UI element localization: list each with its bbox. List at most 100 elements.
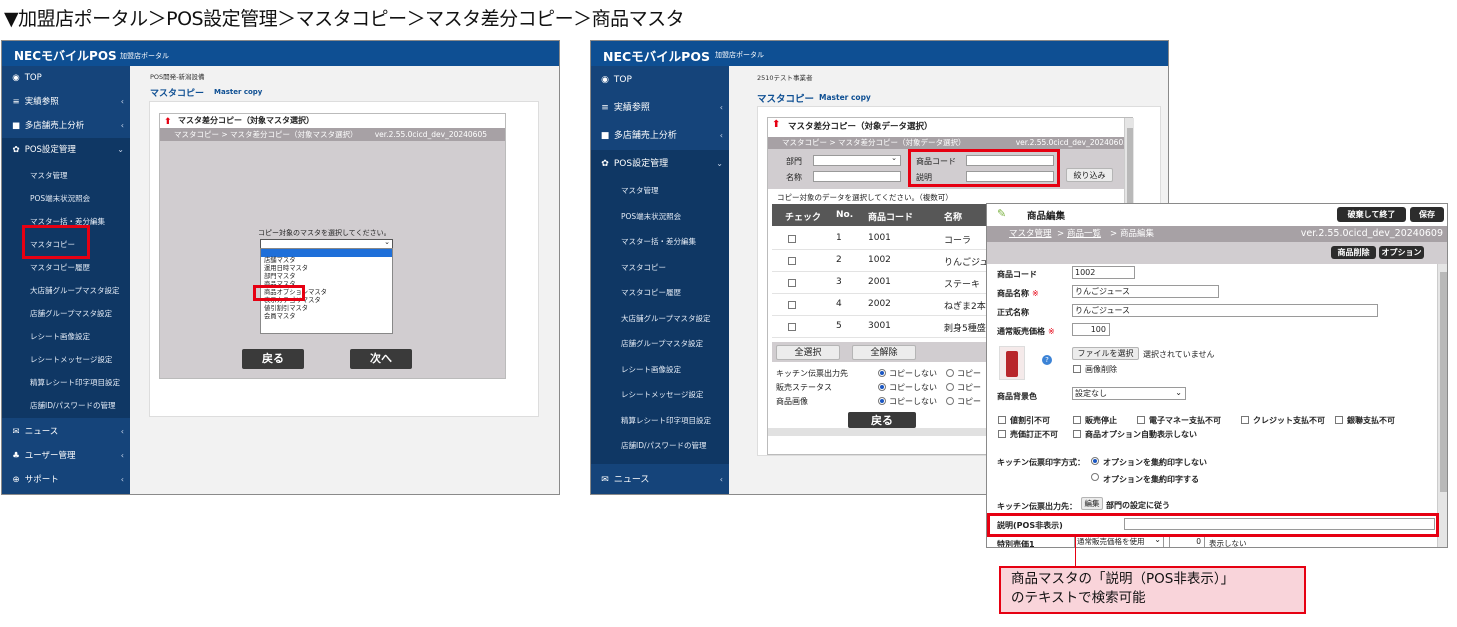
sidebar-item-news[interactable]: ✉ ニュース ‹ bbox=[2, 420, 130, 444]
col-check: チェック bbox=[785, 213, 822, 223]
scroll-thumb[interactable] bbox=[1440, 272, 1447, 492]
dept-select[interactable]: ⌄ bbox=[813, 154, 901, 166]
option-store[interactable]: 店舗マスタ bbox=[261, 257, 392, 265]
row-checkbox[interactable] bbox=[788, 301, 796, 309]
sidebar-sub-store-group[interactable]: 店舗グループマスタ設定 bbox=[621, 338, 703, 349]
select-all-button[interactable]: 全選択 bbox=[776, 345, 840, 360]
sidebar-sub-large-group[interactable]: 大店舗グループマスタ設定 bbox=[30, 285, 120, 296]
crumb-master[interactable]: マスタ管理 bbox=[1009, 226, 1052, 242]
check-no-emoney[interactable] bbox=[1137, 416, 1145, 424]
sidebar-item-multistore[interactable]: ■ 多店舗売上分析 ‹ bbox=[2, 114, 130, 138]
discard-button[interactable]: 破棄して終了 bbox=[1337, 207, 1406, 222]
formal-name-field[interactable]: りんごジュース bbox=[1072, 304, 1378, 317]
save-button[interactable]: 保存 bbox=[1410, 207, 1444, 222]
crumb-edit: 商品編集 bbox=[1120, 229, 1155, 239]
check-stop-sale[interactable] bbox=[1073, 416, 1081, 424]
sidebar-item-results[interactable]: ≡ 実績参照 ‹ bbox=[591, 94, 729, 122]
bg-color-select[interactable]: 設定なし ⌄ bbox=[1072, 387, 1186, 400]
edit-toolbar: 商品削除 オプション bbox=[987, 242, 1447, 264]
sidebar-sub-copy-history[interactable]: マスタコピー履歴 bbox=[30, 262, 90, 273]
option-button[interactable]: オプション bbox=[1379, 246, 1424, 259]
sidebar-sub-pos-status[interactable]: POS端末状況照会 bbox=[621, 211, 681, 222]
vertical-scrollbar[interactable] bbox=[1437, 264, 1447, 547]
bg-color-label: 商品背景色 bbox=[997, 392, 1037, 401]
special-price-field[interactable]: 0 bbox=[1169, 536, 1205, 547]
sidebar-sub-pos-status[interactable]: POS端末状況照会 bbox=[30, 193, 90, 204]
sidebar-sub-master[interactable]: マスタ管理 bbox=[30, 170, 68, 181]
page-title-en: Master copy bbox=[819, 93, 871, 102]
delete-product-button[interactable]: 商品削除 bbox=[1331, 246, 1376, 259]
kitchen-output-edit-button[interactable]: 編集 bbox=[1081, 497, 1103, 510]
sidebar-sub-master-copy[interactable]: マスタコピー bbox=[621, 262, 666, 273]
image-delete-checkbox[interactable] bbox=[1073, 365, 1081, 373]
sidebar-sub-receipt-image[interactable]: レシート画像設定 bbox=[621, 364, 681, 375]
chevron-down-icon: ⌄ bbox=[1175, 388, 1182, 397]
sidebar-sub-store-group[interactable]: 店舗グループマスタ設定 bbox=[30, 308, 112, 319]
radio-kitchen-copy[interactable] bbox=[946, 369, 954, 377]
sidebar-sub-large-group[interactable]: 大店舗グループマスタ設定 bbox=[621, 313, 711, 324]
check-no-price-edit[interactable] bbox=[998, 430, 1006, 438]
sidebar-item-results[interactable]: ≡ 実績参照 ‹ bbox=[2, 90, 130, 114]
radio-kitchen-aggregate[interactable] bbox=[1091, 473, 1099, 481]
kitchen-mode-label: キッチン伝票印字方式： bbox=[997, 458, 1085, 467]
row-checkbox[interactable] bbox=[788, 257, 796, 265]
price-field[interactable]: 100 bbox=[1072, 323, 1110, 336]
page-title: マスタコピー bbox=[757, 94, 815, 105]
sidebar-item-top[interactable]: ◉ TOP bbox=[2, 66, 130, 90]
sidebar-item-pos-settings[interactable]: ✿ POS設定管理 ⌄ bbox=[2, 138, 130, 162]
sidebar-sub-receipt-message[interactable]: レシートメッセージ設定 bbox=[621, 389, 703, 400]
back-button[interactable]: 戻る bbox=[848, 412, 916, 428]
option-department[interactable]: 部門マスタ bbox=[261, 273, 392, 281]
filter-button[interactable]: 絞り込み bbox=[1066, 168, 1113, 182]
name-field[interactable]: りんごジュース bbox=[1072, 285, 1219, 298]
sidebar-sub-store-id[interactable]: 店舗ID/パスワードの管理 bbox=[30, 400, 116, 411]
product-thumbnail bbox=[999, 346, 1025, 380]
sidebar-item-news[interactable]: ✉ ニュース ‹ bbox=[591, 466, 729, 494]
chevron-left-icon: ‹ bbox=[120, 121, 124, 130]
option-blank[interactable] bbox=[261, 249, 392, 257]
sidebar-sub-master[interactable]: マスタ管理 bbox=[621, 185, 659, 196]
list-icon: ≡ bbox=[12, 97, 20, 107]
code-field[interactable]: 1002 bbox=[1072, 266, 1135, 279]
crumb-list[interactable]: 商品一覧 bbox=[1067, 226, 1101, 242]
option-member[interactable]: 会員マスタ bbox=[261, 313, 392, 321]
sidebar-sub-receipt-message[interactable]: レシートメッセージ設定 bbox=[30, 354, 112, 365]
row-checkbox[interactable] bbox=[788, 279, 796, 287]
check-no-credit[interactable] bbox=[1241, 416, 1249, 424]
sidebar-sub-copy-history[interactable]: マスタコピー履歴 bbox=[621, 287, 681, 298]
name-input[interactable] bbox=[813, 171, 901, 182]
radio-kitchen-no-aggregate[interactable] bbox=[1091, 457, 1099, 465]
sidebar-item-pos-settings[interactable]: ✿ POS設定管理 ⌄ bbox=[591, 150, 729, 178]
radio-status-nocopy[interactable] bbox=[878, 383, 886, 391]
check-no-auto-option[interactable] bbox=[1073, 430, 1081, 438]
check-no-unionpay[interactable] bbox=[1335, 416, 1343, 424]
radio-image-nocopy[interactable] bbox=[878, 397, 886, 405]
sidebar-sub-settlement-receipt[interactable]: 精算レシート印字項目設定 bbox=[30, 377, 120, 388]
back-button[interactable]: 戻る bbox=[242, 349, 304, 369]
next-button[interactable]: 次へ bbox=[350, 349, 412, 369]
option-discount[interactable]: 値引割引マスタ bbox=[261, 305, 392, 313]
sidebar-item-users[interactable]: ♣ ユーザー管理 ‹ bbox=[2, 444, 130, 468]
juice-bottle-image bbox=[1006, 351, 1018, 377]
sidebar-sub-bulk-edit[interactable]: マスター括・差分編集 bbox=[621, 236, 696, 247]
check-no-discount[interactable] bbox=[998, 416, 1006, 424]
sidebar-item-support[interactable]: ⊕ サポート ‹ bbox=[2, 468, 130, 492]
radio-image-copy[interactable] bbox=[946, 397, 954, 405]
sidebar-item-top[interactable]: ◉ TOP bbox=[591, 66, 729, 94]
sidebar-sub-receipt-image[interactable]: レシート画像設定 bbox=[30, 331, 90, 342]
help-icon[interactable]: ? bbox=[1042, 355, 1052, 365]
kitchen-output-value: 部門の設定に従う bbox=[1106, 501, 1170, 510]
clear-all-button[interactable]: 全解除 bbox=[852, 345, 916, 360]
file-select-button[interactable]: ファイルを選択 bbox=[1072, 347, 1139, 360]
row-checkbox[interactable] bbox=[788, 323, 796, 331]
instruction-text: コピー対象のデータを選択してください。（複数可） bbox=[777, 193, 953, 202]
option-operation[interactable]: 運用日時マスタ bbox=[261, 265, 392, 273]
radio-status-copy[interactable] bbox=[946, 383, 954, 391]
callout-line-2: のテキストで検索可能 bbox=[1011, 590, 1146, 606]
special-price-select[interactable]: 通常販売価格を使用 ⌄ bbox=[1074, 535, 1164, 547]
radio-kitchen-nocopy[interactable] bbox=[878, 369, 886, 377]
sidebar-sub-store-id[interactable]: 店舗ID/パスワードの管理 bbox=[621, 440, 707, 451]
sidebar-sub-settlement-receipt[interactable]: 精算レシート印字項目設定 bbox=[621, 415, 711, 426]
sidebar-item-multistore[interactable]: ■ 多店舗売上分析 ‹ bbox=[591, 122, 729, 150]
row-checkbox[interactable] bbox=[788, 235, 796, 243]
